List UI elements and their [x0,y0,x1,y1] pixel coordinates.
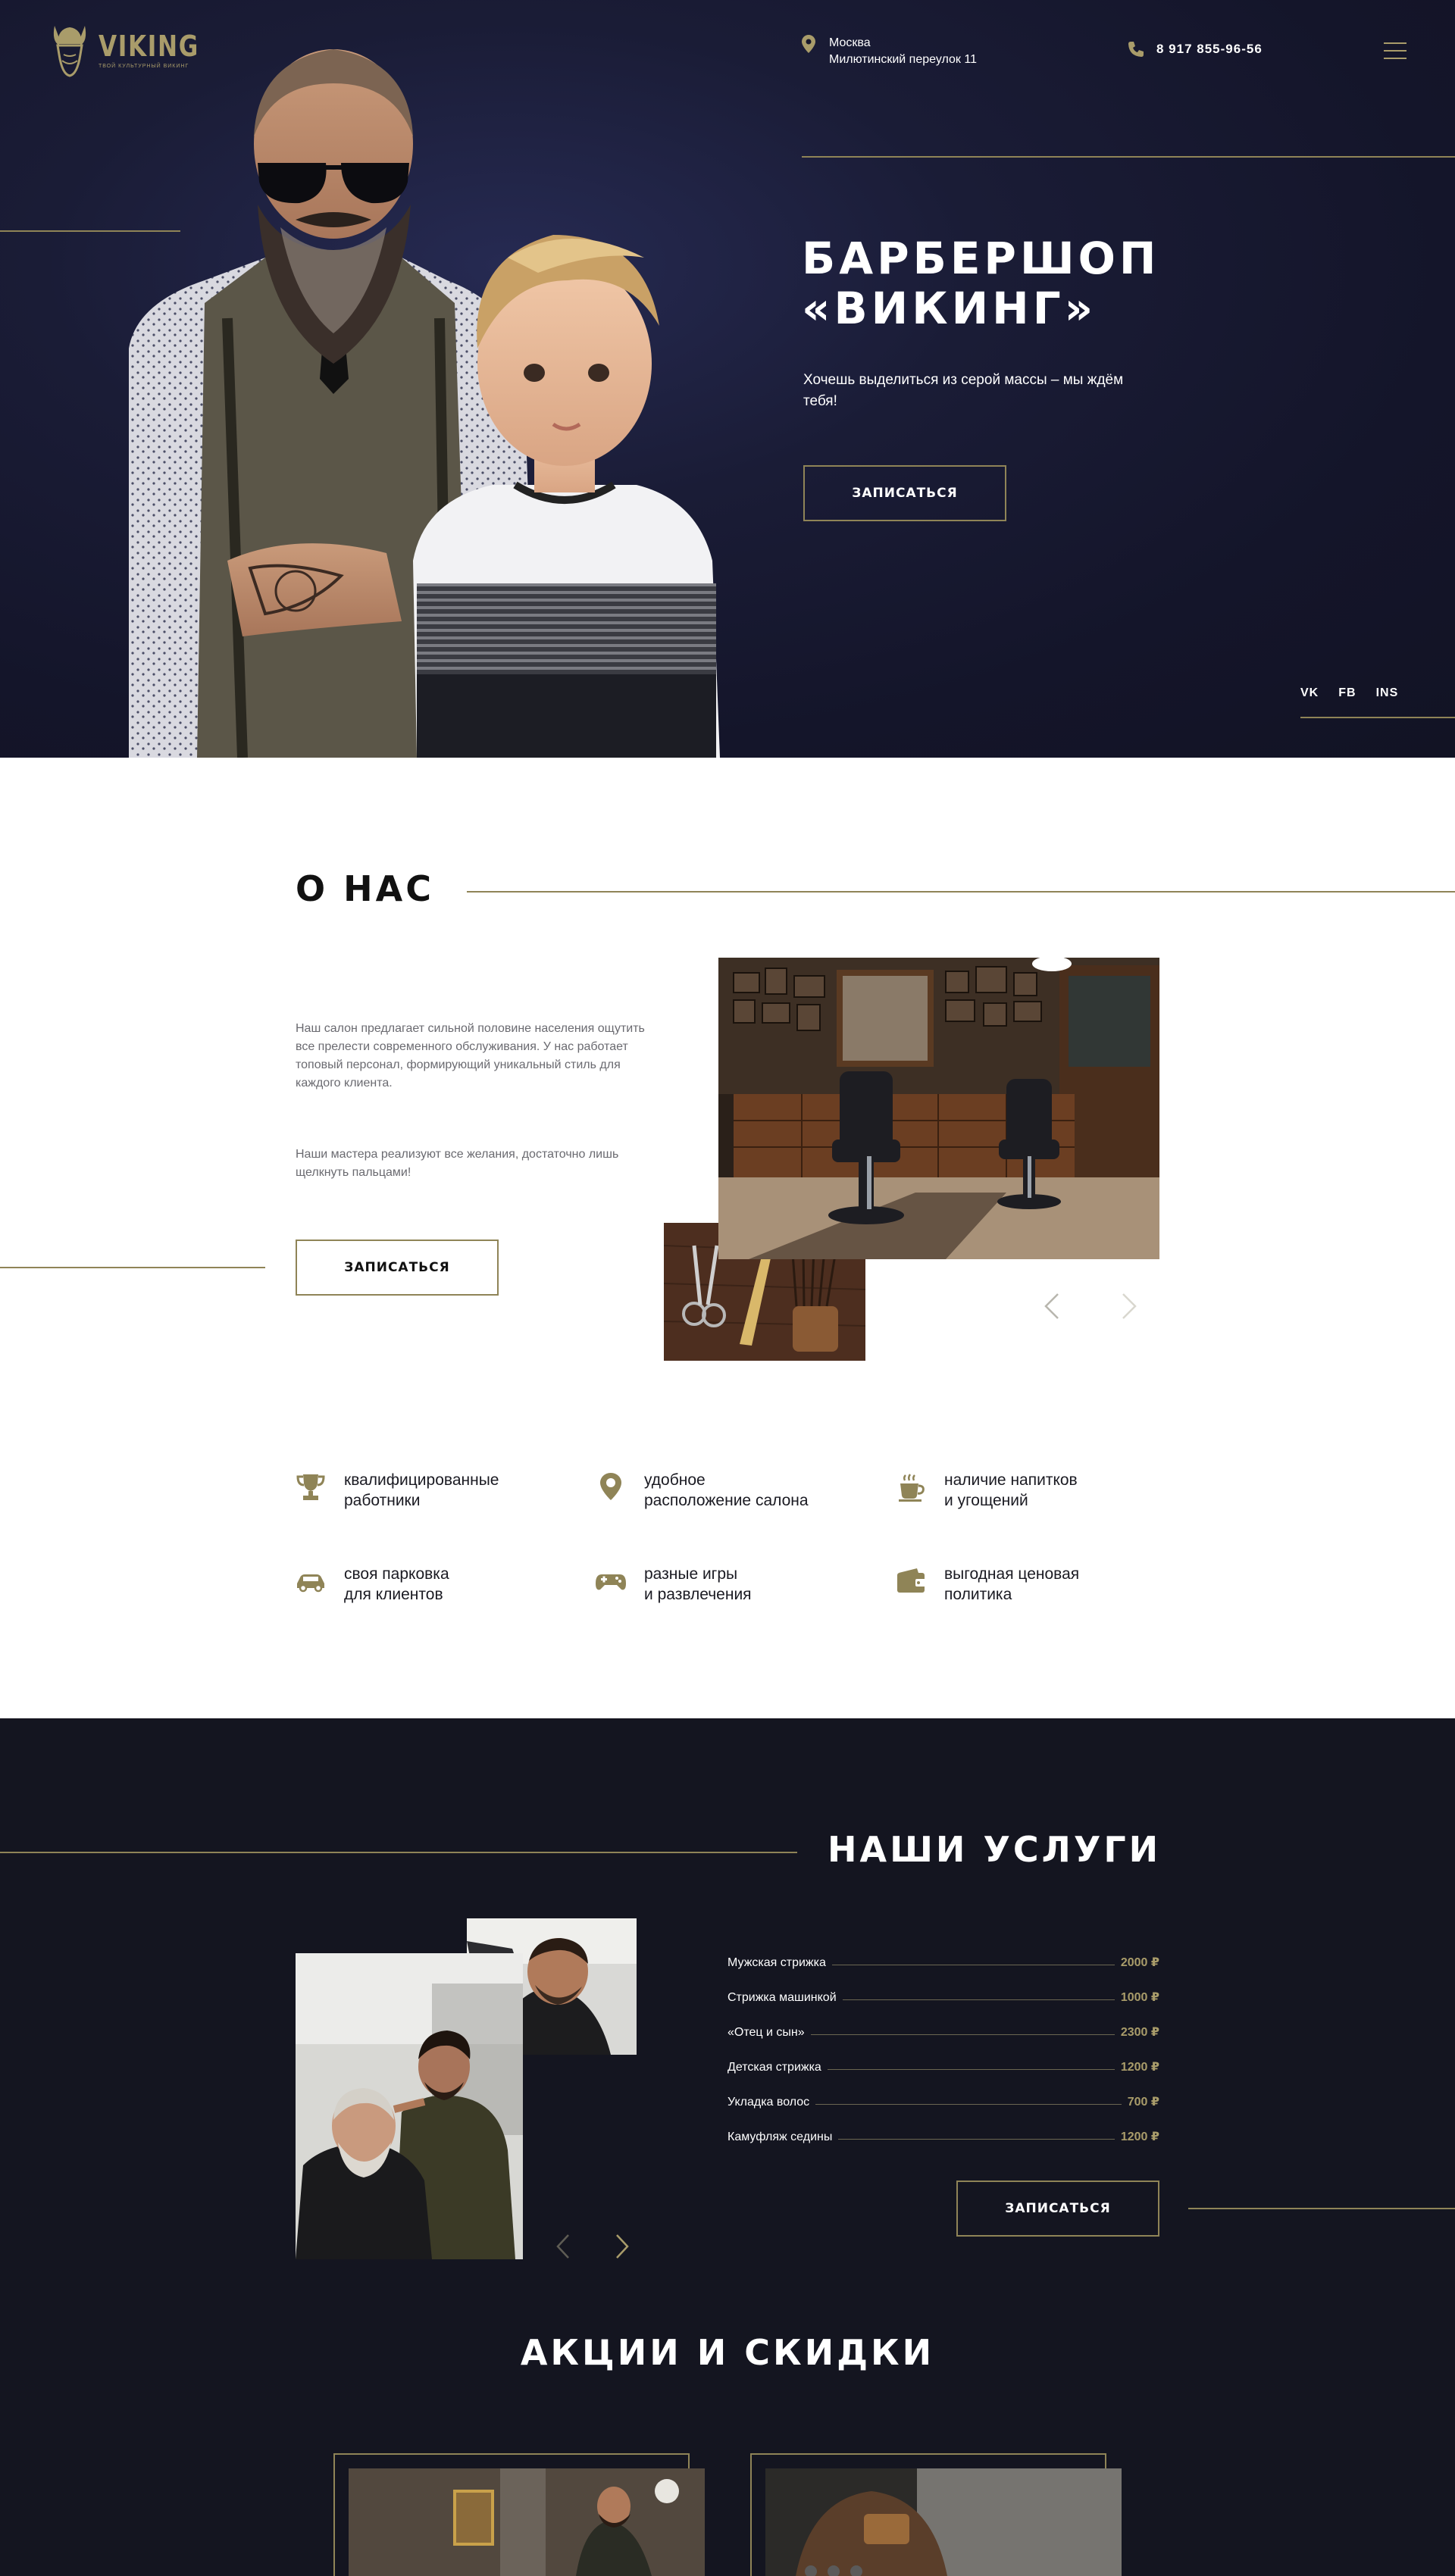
service-price: 1000 ₽ [1120,1991,1159,2004]
feature-label: своя парковка для клиентов [344,1565,449,1603]
logo-name: VIKING [99,29,199,63]
feature-label: удобное расположение салона [644,1471,809,1509]
hamburger-menu-icon[interactable] [1384,42,1406,59]
socials-divider [1300,717,1455,718]
about-paragraph-1: Наш салон предлагает сильной половине на… [296,1022,645,1089]
social-links: VK FB INS [1300,686,1398,700]
hero-title-line-1: БАРБЕРШОП [802,233,1160,284]
about-paragraph-2: Наши мастера реализуют все желания, дост… [296,1148,619,1179]
services-photo-main [296,1953,523,2259]
feature-item: разные игры и развлечения [594,1564,894,1605]
hero-title: БАРБЕРШОП «ВИКИНГ» [802,233,1159,333]
services-slider-next-arrow-icon[interactable] [615,2234,629,2259]
price-row: Стрижка машинкой 1000 ₽ [728,1970,1159,2005]
services-title: НАШИ УСЛУГИ [828,1829,1162,1870]
price-row: Укладка волос 700 ₽ [728,2074,1159,2109]
feature-label: выгодная ценовая политика [944,1565,1080,1603]
social-link-fb[interactable]: FB [1338,686,1356,700]
promo-card-1-photo [349,2468,705,2576]
phone-number: 8 917 855-96-56 [1156,42,1263,56]
about-signup-button[interactable]: ЗАПИСАТЬСЯ [296,1240,499,1296]
hero-subtitle: Хочешь выделиться из серой массы – мы жд… [803,372,1124,409]
promo-title: АКЦИИ И СКИДКИ [520,2332,935,2373]
salon-interior-photo [718,958,1159,1259]
promo-card-2-photo [765,2468,1122,2576]
price-row: «Отец и сын» 2300 ₽ [728,2005,1159,2040]
address-city: Москва [829,36,871,49]
features-grid: квалифицированные работники удобное расп… [294,1470,1203,1605]
logo[interactable]: VIKING ТВОЙ КУЛЬТУРНЫЙ ВИКИНГ [48,21,221,79]
price-leader-line [815,2104,1122,2105]
services-signup-button[interactable]: ЗАПИСАТЬСЯ [956,2181,1159,2237]
hero-top-divider [802,156,1455,158]
hero-section: VIKING ТВОЙ КУЛЬТУРНЫЙ ВИКИНГ Москва Мил… [0,0,1455,758]
price-leader-line [838,2139,1115,2140]
social-link-ins[interactable]: INS [1376,686,1399,700]
price-leader-line [827,2069,1115,2070]
gamepad-icon [596,1574,626,1590]
price-row: Детская стрижка 1200 ₽ [728,2040,1159,2074]
logo-tagline: ТВОЙ КУЛЬТУРНЫЙ ВИКИНГ [99,63,189,69]
service-price: 1200 ₽ [1120,2061,1159,2074]
service-name: Детская стрижка [728,2061,821,2074]
phone-link[interactable]: 8 917 855-96-56 [1128,41,1263,58]
service-name: Укладка волос [728,2096,810,2109]
about-title-divider [467,891,1455,893]
trophy-icon [296,1474,325,1500]
price-row: Камуфляж седины 1200 ₽ [728,2109,1159,2144]
services-title-divider [0,1852,797,1853]
about-section: О НАС Наш салон предлагает сильной полов… [0,758,1455,1718]
service-price: 2000 ₽ [1120,1956,1159,1969]
about-title: О НАС [296,868,434,909]
social-link-vk[interactable]: VK [1300,686,1319,700]
service-price: 700 ₽ [1127,2096,1159,2109]
feature-item: квалифицированные работники [294,1470,594,1511]
location-pin-icon [600,1473,621,1500]
hero-photo-father-son [129,49,720,758]
feature-label: квалифицированные работники [344,1471,499,1509]
price-list: Мужская стрижка 2000 ₽ Стрижка машинкой … [728,1935,1159,2144]
price-leader-line [810,2034,1115,2035]
service-price: 2300 ₽ [1120,2026,1159,2039]
address-street: Милютинский переулок 11 [829,53,977,66]
phone-icon [1128,42,1144,57]
service-name: «Отец и сын» [728,2026,805,2039]
service-name: Мужская стрижка [728,1956,826,1969]
service-price: 1200 ₽ [1120,2131,1159,2143]
feature-item: выгодная ценовая политика [894,1564,1194,1605]
hero-signup-button[interactable]: ЗАПИСАТЬСЯ [803,465,1006,521]
viking-helmet-icon [53,26,86,77]
services-slider-prev-arrow-icon[interactable] [556,2234,570,2259]
about-slider-prev-arrow-icon[interactable] [1044,1293,1059,1320]
price-row: Мужская стрижка 2000 ₽ [728,1935,1159,1970]
hero-left-divider [0,230,180,232]
wallet-icon [897,1568,926,1593]
services-right-divider [1188,2208,1455,2209]
address-block: Москва Милютинский переулок 11 [802,35,977,68]
about-slider-next-arrow-icon[interactable] [1122,1293,1137,1320]
menu-bar [1384,58,1406,59]
hero-title-line-2: «ВИКИНГ» [802,283,1097,334]
car-icon [297,1574,324,1593]
feature-item: своя парковка для клиентов [294,1564,594,1605]
feature-label: наличие напитков и угощений [944,1471,1078,1509]
menu-bar [1384,42,1406,44]
feature-item: удобное расположение салона [594,1470,894,1511]
about-left-divider [0,1267,265,1268]
feature-label: разные игры и развлечения [644,1565,752,1603]
feature-item: наличие напитков и угощений [894,1470,1194,1511]
menu-bar [1384,50,1406,52]
service-name: Камуфляж седины [728,2131,833,2143]
coffee-cup-icon [899,1474,925,1502]
price-leader-line [842,1999,1115,2000]
location-pin-icon [802,35,815,53]
service-name: Стрижка машинкой [728,1991,837,2004]
services-section: НАШИ УСЛУГИ Мужская стрижка 2000 ₽ Стриж… [0,1718,1455,2576]
